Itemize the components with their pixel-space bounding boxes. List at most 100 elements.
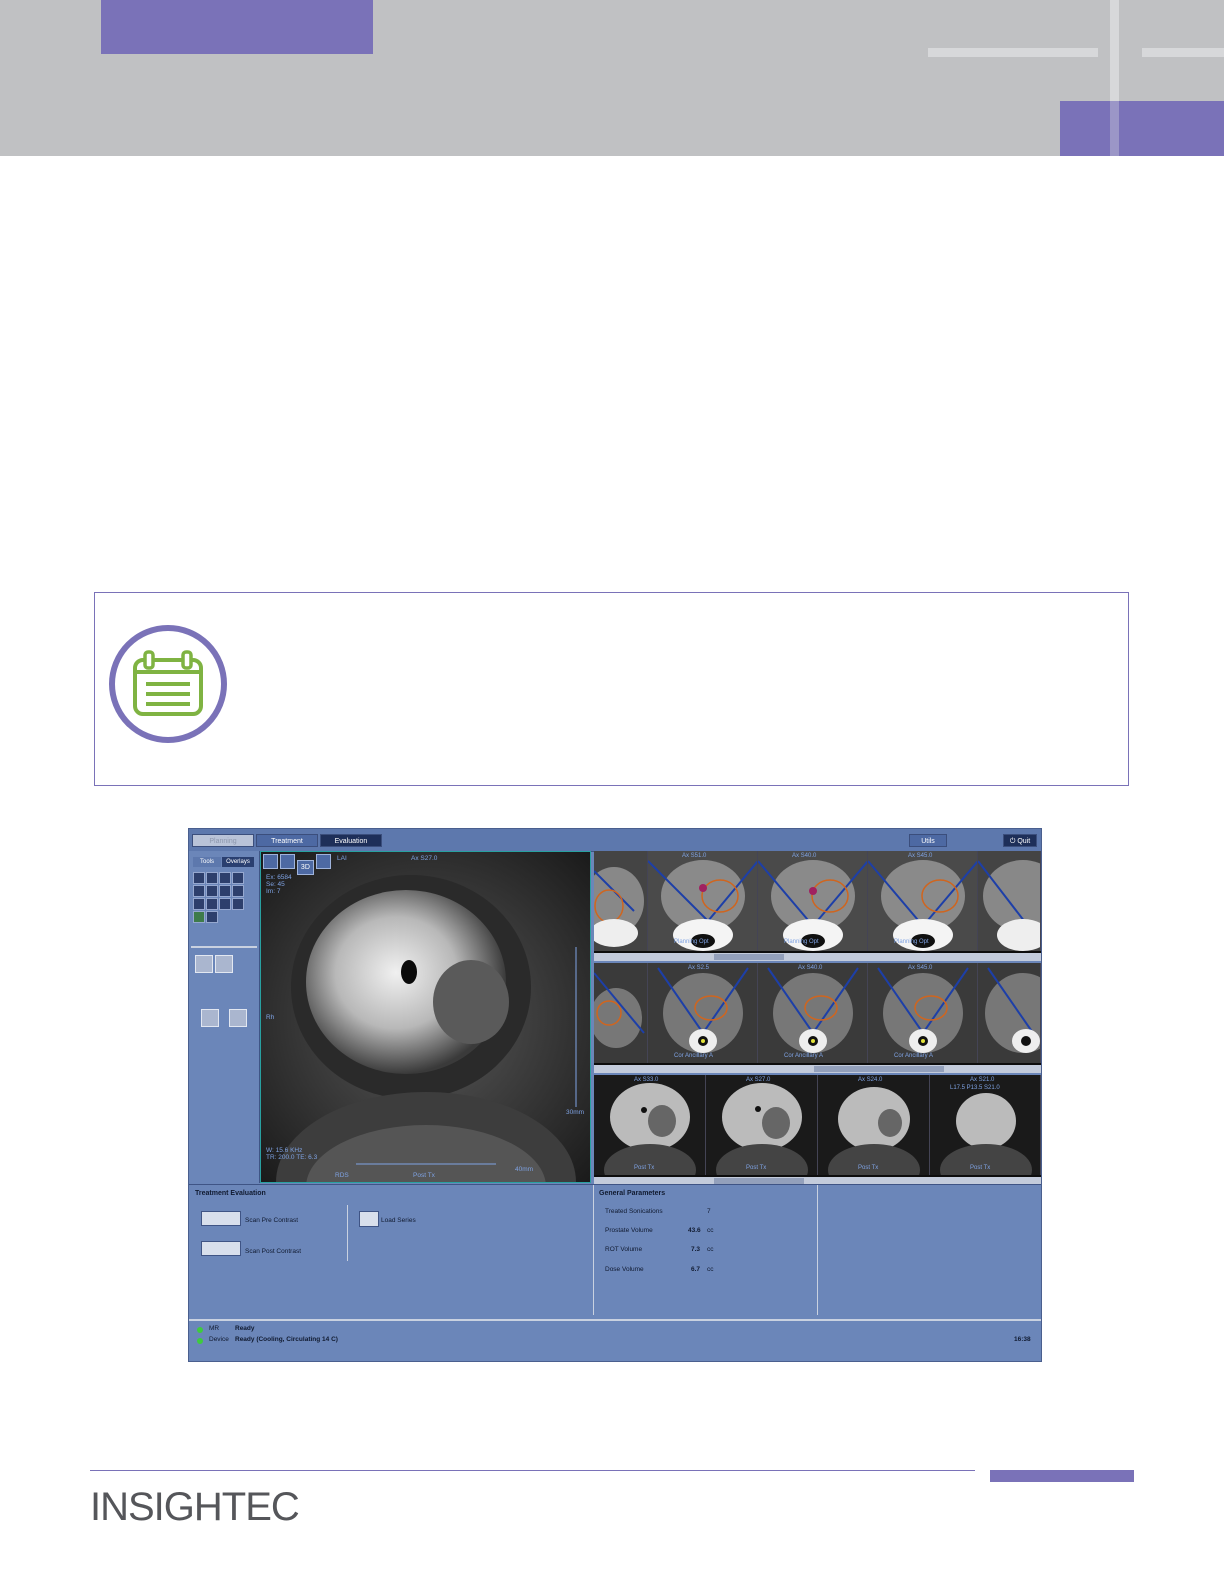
zoom-icon[interactable] bbox=[201, 1009, 219, 1027]
image-number: Im: 7 bbox=[266, 888, 281, 895]
overlay-toggle-icon[interactable] bbox=[206, 872, 218, 884]
thumbnail-scrollbar[interactable] bbox=[594, 1065, 1041, 1073]
exam-number: Ex: 6584 bbox=[266, 874, 292, 881]
footer-accent-bar bbox=[990, 1470, 1134, 1482]
mr-status-value: Ready bbox=[235, 1325, 255, 1332]
tab-bar: Planning Treatment Evaluation Utils ⏻ Qu… bbox=[189, 829, 1041, 852]
thumbnail[interactable]: Ax S24.0 Post Tx bbox=[818, 1075, 930, 1175]
overlay-toggle-icon[interactable] bbox=[193, 872, 205, 884]
3d-button[interactable]: 3D bbox=[296, 860, 314, 875]
overlay-toggle-icon[interactable] bbox=[206, 911, 218, 923]
thumbnail[interactable]: Ax S40.0 Planning Opt bbox=[758, 851, 868, 951]
thumbnail-bottom-label: Post Tx bbox=[634, 1165, 655, 1171]
overlay-toggle-icon[interactable] bbox=[232, 885, 244, 897]
divider bbox=[593, 1185, 594, 1315]
divider bbox=[347, 1205, 348, 1261]
status-bar: MR Ready Device Ready (Cooling, Circulat… bbox=[189, 1319, 1041, 1361]
tr-te-info: TR: 200.0 TE: 6.3 bbox=[266, 1154, 318, 1161]
thumbnail[interactable]: Ax S40.0 Cor Ancillary A bbox=[758, 963, 868, 1063]
thumbnail[interactable]: Ax S45.0 Planning Opt bbox=[868, 851, 978, 951]
layout-icon[interactable] bbox=[263, 854, 278, 869]
side-label: Rh bbox=[266, 1014, 275, 1021]
load-series-label: Load Series bbox=[381, 1217, 416, 1224]
header-decor-line bbox=[928, 48, 1098, 57]
thumbnail[interactable]: Ax S21.0 L17.5 P13.5 S21.0 Post Tx bbox=[930, 1075, 1041, 1175]
scrollbar-thumb[interactable] bbox=[714, 954, 784, 960]
overlay-toggle-icon[interactable] bbox=[193, 898, 205, 910]
series-number: Se: 45 bbox=[266, 881, 285, 888]
scan-pre-contrast-button[interactable] bbox=[201, 1211, 241, 1226]
overlay-toggle-icon[interactable] bbox=[232, 898, 244, 910]
device-status-label: Device bbox=[209, 1336, 229, 1343]
tab-planning[interactable]: Planning bbox=[192, 834, 254, 847]
overlay-toggle-icon[interactable] bbox=[206, 898, 218, 910]
overlay-icon-grid bbox=[193, 871, 255, 927]
overlay-toggle-icon[interactable] bbox=[193, 911, 205, 923]
thumbnail[interactable]: Ax S27.0 Post Tx bbox=[706, 1075, 818, 1175]
tab-overlays[interactable]: Overlays bbox=[222, 857, 254, 867]
rotate-icon[interactable] bbox=[315, 854, 331, 869]
overlay-toggle-icon[interactable] bbox=[193, 885, 205, 897]
scan-post-contrast-button[interactable] bbox=[201, 1241, 241, 1256]
main-image-viewer[interactable]: 3D LAI Ax S27.0 Ex: 6584 Se: 45 Im: 7 Rh… bbox=[260, 851, 591, 1183]
slice-label: Ax S27.0 bbox=[411, 855, 438, 862]
thumbnail[interactable] bbox=[594, 963, 648, 1063]
tab-tools[interactable]: Tools bbox=[193, 857, 221, 867]
thumbnail[interactable]: Ax S33.0 Post Tx bbox=[594, 1075, 706, 1175]
clock: 16:38 bbox=[1014, 1336, 1031, 1343]
exam-info: Ex: 6584 Se: 45 Im: 7 bbox=[266, 874, 292, 895]
thumbnail-top-label: Ax S24.0 bbox=[858, 1077, 883, 1083]
param-value: 43.6 bbox=[688, 1227, 701, 1234]
thumbnail-top-label: Ax S21.0 bbox=[970, 1077, 995, 1083]
thumbnail[interactable]: Ax S2.5 Cor Ancillary A bbox=[648, 963, 758, 1063]
logo-text: INSIGHTEC bbox=[90, 1485, 299, 1526]
utils-button[interactable]: Utils bbox=[909, 834, 947, 847]
split-icon[interactable] bbox=[279, 854, 295, 869]
quit-button[interactable]: ⏻ Quit bbox=[1003, 834, 1037, 847]
param-unit: cc bbox=[707, 1227, 714, 1234]
thumbnail-bottom-label: Cor Ancillary A bbox=[674, 1053, 714, 1059]
scale-label-vertical: 30mm bbox=[566, 1109, 585, 1116]
thumbnail[interactable] bbox=[978, 851, 1041, 951]
thumbnail[interactable]: Ax S45.0 Cor Ancillary A bbox=[868, 963, 978, 1063]
load-series-icon[interactable] bbox=[359, 1211, 379, 1227]
mr-status-label: MR bbox=[209, 1325, 220, 1332]
series-label: Post Tx bbox=[413, 1172, 435, 1179]
overlay-toggle-icon[interactable] bbox=[219, 872, 231, 884]
delete-icon[interactable] bbox=[195, 955, 213, 973]
thumbnail-top-label: Ax S40.0 bbox=[792, 853, 817, 859]
tab-treatment[interactable]: Treatment bbox=[256, 834, 318, 847]
scrollbar-thumb[interactable] bbox=[814, 1066, 944, 1072]
thumbnail-strip-planning: Ax S51.0 Planning Opt Ax S40.0 Planning … bbox=[594, 851, 1041, 961]
divider bbox=[191, 946, 257, 948]
param-label: Dose Volume bbox=[605, 1266, 644, 1273]
delete-all-icon[interactable] bbox=[215, 955, 233, 973]
thumbnail-bottom-label: Planning Opt bbox=[784, 939, 819, 945]
scale-label-horizontal: 40mm bbox=[515, 1166, 534, 1173]
param-unit: cc bbox=[707, 1266, 714, 1273]
header-accent-block bbox=[101, 0, 373, 54]
thumbnail[interactable]: Ax S51.0 Planning Opt bbox=[648, 851, 758, 951]
note-box bbox=[94, 592, 1129, 786]
thumbnail-top-label: Ax S33.0 bbox=[634, 1077, 659, 1083]
tab-evaluation[interactable]: Evaluation bbox=[320, 834, 382, 847]
bandwidth-info: W: 15.6 KHz bbox=[266, 1147, 303, 1154]
thumbnail-scrollbar[interactable] bbox=[594, 953, 1041, 961]
thumbnail-top-label: Ax S40.0 bbox=[798, 965, 823, 971]
insightec-logo: INSIGHTEC bbox=[90, 1482, 310, 1529]
app-screenshot: Planning Treatment Evaluation Utils ⏻ Qu… bbox=[188, 828, 1042, 1362]
param-value: 7 bbox=[707, 1208, 711, 1215]
pan-icon[interactable] bbox=[229, 1009, 247, 1027]
overlay-toggle-icon[interactable] bbox=[206, 885, 218, 897]
overlay-toggle-icon[interactable] bbox=[232, 872, 244, 884]
orientation-label: LAI bbox=[337, 855, 347, 862]
thumbnail-strip-post-tx: Ax S33.0 Post Tx Ax S27.0 Post Tx Ax S24… bbox=[594, 1075, 1041, 1185]
overlay-toggle-icon[interactable] bbox=[219, 898, 231, 910]
thumbnail[interactable] bbox=[594, 851, 648, 951]
status-led bbox=[197, 1338, 203, 1344]
header-corner-block bbox=[1060, 101, 1224, 156]
param-label: ROT Volume bbox=[605, 1246, 643, 1253]
overlay-toggle-icon[interactable] bbox=[219, 885, 231, 897]
thumbnail[interactable] bbox=[978, 963, 1041, 1063]
mri-image bbox=[261, 852, 590, 1182]
